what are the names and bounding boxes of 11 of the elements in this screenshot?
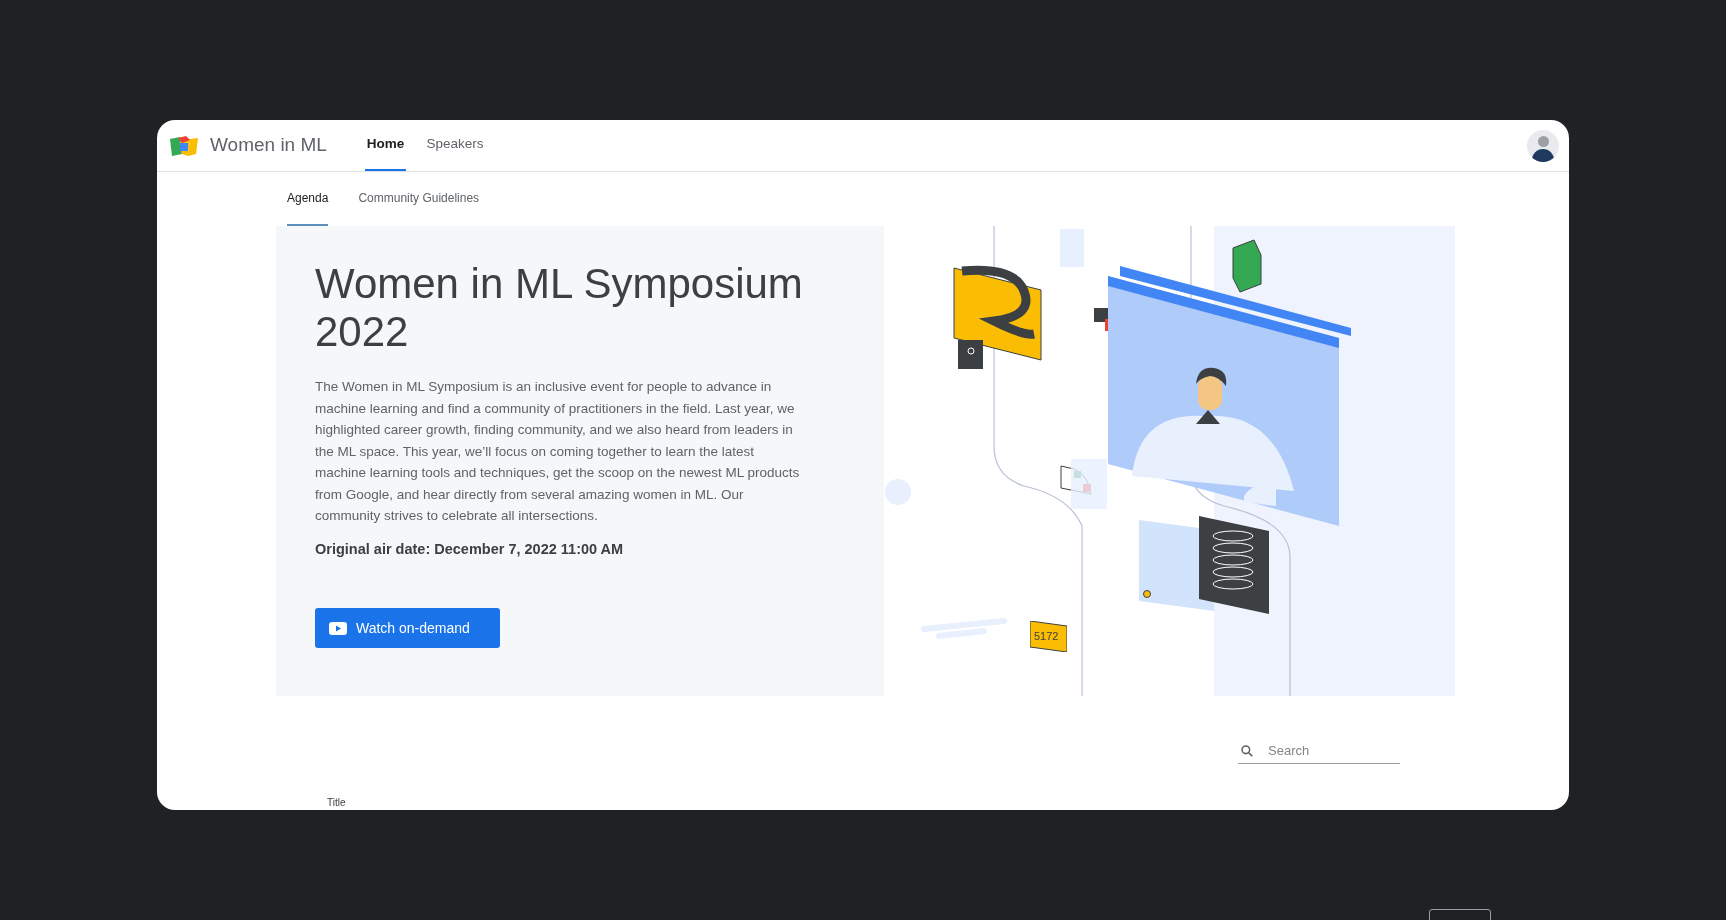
hero-description: The Women in ML Symposium is an inclusive event for people to advance in machine learning and find a community of practitioners in the field. Last year, we highlighted career growth, finding community, and we also heard from leaders in the ML space. This year, we’ll focus on coming together to learn the latest machine learning tools and techniques, get the scoop on the newest ML products from Google, and hear directly from several amazing women in ML. Our community strives to celebrate all intersections. (315, 378, 801, 525)
air-date: Original air date: December 7, 2022 11:00 AM (315, 539, 625, 559)
hero-title: Women in ML Symposium 2022 (315, 260, 804, 356)
badge-number: 5172 (1034, 629, 1059, 644)
nav-tab[interactable]: Home (364, 120, 407, 171)
nav-tab[interactable]: Speakers (424, 120, 486, 171)
sub-tab[interactable]: Community Guidelines (358, 172, 480, 226)
column-header: Title (327, 796, 346, 810)
site-title: Women in ML (210, 133, 327, 158)
search-field[interactable]: Search (1268, 740, 1398, 761)
watch-button[interactable]: Watch on-demand (315, 608, 500, 649)
